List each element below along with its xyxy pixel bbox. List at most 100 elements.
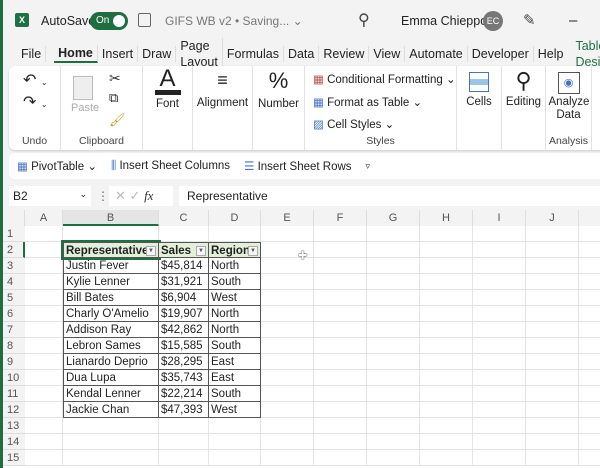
table-cell[interactable]: Dua Lupa (63, 370, 159, 386)
tab-automate[interactable]: Automate (405, 46, 468, 62)
tab-data[interactable]: Data (284, 46, 320, 62)
table-cell[interactable]: North (209, 322, 261, 338)
cell[interactable] (367, 338, 420, 354)
cell[interactable] (25, 402, 63, 418)
cell[interactable] (261, 338, 314, 354)
cell[interactable] (420, 306, 473, 322)
font-button[interactable]: A Font (143, 66, 193, 150)
table-cell[interactable]: South (209, 338, 261, 354)
row-header-5[interactable]: 5 (3, 290, 25, 306)
autosave-toggle[interactable]: On (90, 12, 128, 30)
cell[interactable] (473, 290, 526, 306)
cell[interactable] (473, 370, 526, 386)
cell[interactable] (526, 242, 579, 258)
cell[interactable] (367, 418, 420, 434)
cell[interactable] (25, 242, 63, 258)
insert-rows-button[interactable]: ☰ Insert Sheet Rows (244, 159, 351, 173)
cell[interactable] (314, 226, 367, 242)
cell[interactable] (420, 242, 473, 258)
cell[interactable] (25, 450, 63, 466)
table-cell[interactable]: East (209, 354, 261, 370)
column-header-H[interactable]: H (420, 210, 473, 226)
cell[interactable] (314, 338, 367, 354)
enter-icon[interactable]: ✓ (130, 188, 141, 203)
cell[interactable] (579, 306, 600, 322)
cell[interactable] (579, 290, 600, 306)
cell-styles-button[interactable]: ▨ Cell Styles ⌄ (313, 117, 394, 131)
table-cell[interactable]: North (209, 306, 261, 322)
cell[interactable] (25, 434, 63, 450)
row-header-10[interactable]: 10 (3, 370, 25, 386)
cell[interactable] (579, 338, 600, 354)
table-cell[interactable]: Addison Ray (63, 322, 159, 338)
cell[interactable] (314, 274, 367, 290)
tab-review[interactable]: Review (319, 46, 370, 62)
cell[interactable] (63, 226, 159, 242)
cell[interactable] (314, 354, 367, 370)
table-cell[interactable]: $47,393 (159, 402, 209, 418)
cell[interactable] (526, 226, 579, 242)
cell[interactable] (473, 226, 526, 242)
table-header-region[interactable]: Region ▼ (209, 242, 261, 258)
more-options-icon[interactable]: ▿ (366, 161, 371, 172)
cell[interactable] (367, 274, 420, 290)
cell[interactable] (25, 306, 63, 322)
tab-draw[interactable]: Draw (138, 46, 177, 62)
cell[interactable] (261, 418, 314, 434)
paste-button[interactable]: Paste (71, 102, 99, 114)
cell[interactable] (261, 290, 314, 306)
filter-dropdown-icon[interactable]: ▼ (196, 246, 206, 256)
cell[interactable] (261, 354, 314, 370)
table-cell[interactable]: West (209, 290, 261, 306)
cell[interactable] (367, 370, 420, 386)
cell[interactable] (25, 322, 63, 338)
row-header-14[interactable]: 14 (3, 434, 25, 450)
column-header-F[interactable]: F (314, 210, 367, 226)
table-cell[interactable]: South (209, 274, 261, 290)
column-header-B[interactable]: B (63, 210, 159, 226)
cell[interactable] (579, 242, 600, 258)
spreadsheet-grid[interactable]: A B C D E F G H I J 1 2 3 4 5 6 7 8 9 10 11 12 13 14 15 Represent… (3, 210, 600, 468)
row-header-4[interactable]: 4 (3, 274, 25, 290)
cell[interactable] (25, 226, 63, 242)
table-cell[interactable]: North (209, 258, 261, 274)
editing-button[interactable]: ⚲ Editing (502, 66, 546, 150)
cell[interactable] (579, 226, 600, 242)
cell[interactable] (261, 370, 314, 386)
row-header-12[interactable]: 12 (3, 402, 25, 418)
cell[interactable] (314, 434, 367, 450)
cell[interactable] (420, 338, 473, 354)
tab-formulas[interactable]: Formulas (223, 46, 284, 62)
cell[interactable] (420, 226, 473, 242)
cell[interactable] (579, 402, 600, 418)
cell[interactable] (420, 386, 473, 402)
table-cell[interactable]: $22,214 (159, 386, 209, 402)
cell[interactable] (579, 274, 600, 290)
row-header-13[interactable]: 13 (3, 418, 25, 434)
table-cell[interactable]: East (209, 370, 261, 386)
cell[interactable] (261, 386, 314, 402)
cell[interactable] (526, 290, 579, 306)
cell[interactable] (579, 370, 600, 386)
cell[interactable] (261, 274, 314, 290)
cell[interactable] (420, 402, 473, 418)
table-cell[interactable]: $45,814 (159, 258, 209, 274)
cell[interactable] (526, 258, 579, 274)
cell[interactable] (473, 402, 526, 418)
search-icon[interactable]: ⚲ (358, 10, 370, 30)
cell[interactable] (420, 322, 473, 338)
table-cell[interactable]: Justin Fever (63, 258, 159, 274)
cell[interactable] (473, 242, 526, 258)
cell[interactable] (579, 258, 600, 274)
cell[interactable] (25, 338, 63, 354)
number-button[interactable]: % Number (253, 66, 305, 150)
cell[interactable] (25, 258, 63, 274)
table-cell[interactable]: Charly O'Amelio (63, 306, 159, 322)
cell[interactable] (420, 274, 473, 290)
cell[interactable] (579, 450, 600, 466)
alignment-button[interactable]: ≡ Alignment (193, 66, 253, 150)
undo-icon[interactable]: ↶ ⌄ (23, 70, 48, 90)
column-header-G[interactable]: G (367, 210, 420, 226)
cell[interactable] (63, 418, 159, 434)
pen-icon[interactable]: ✎ (523, 11, 536, 29)
